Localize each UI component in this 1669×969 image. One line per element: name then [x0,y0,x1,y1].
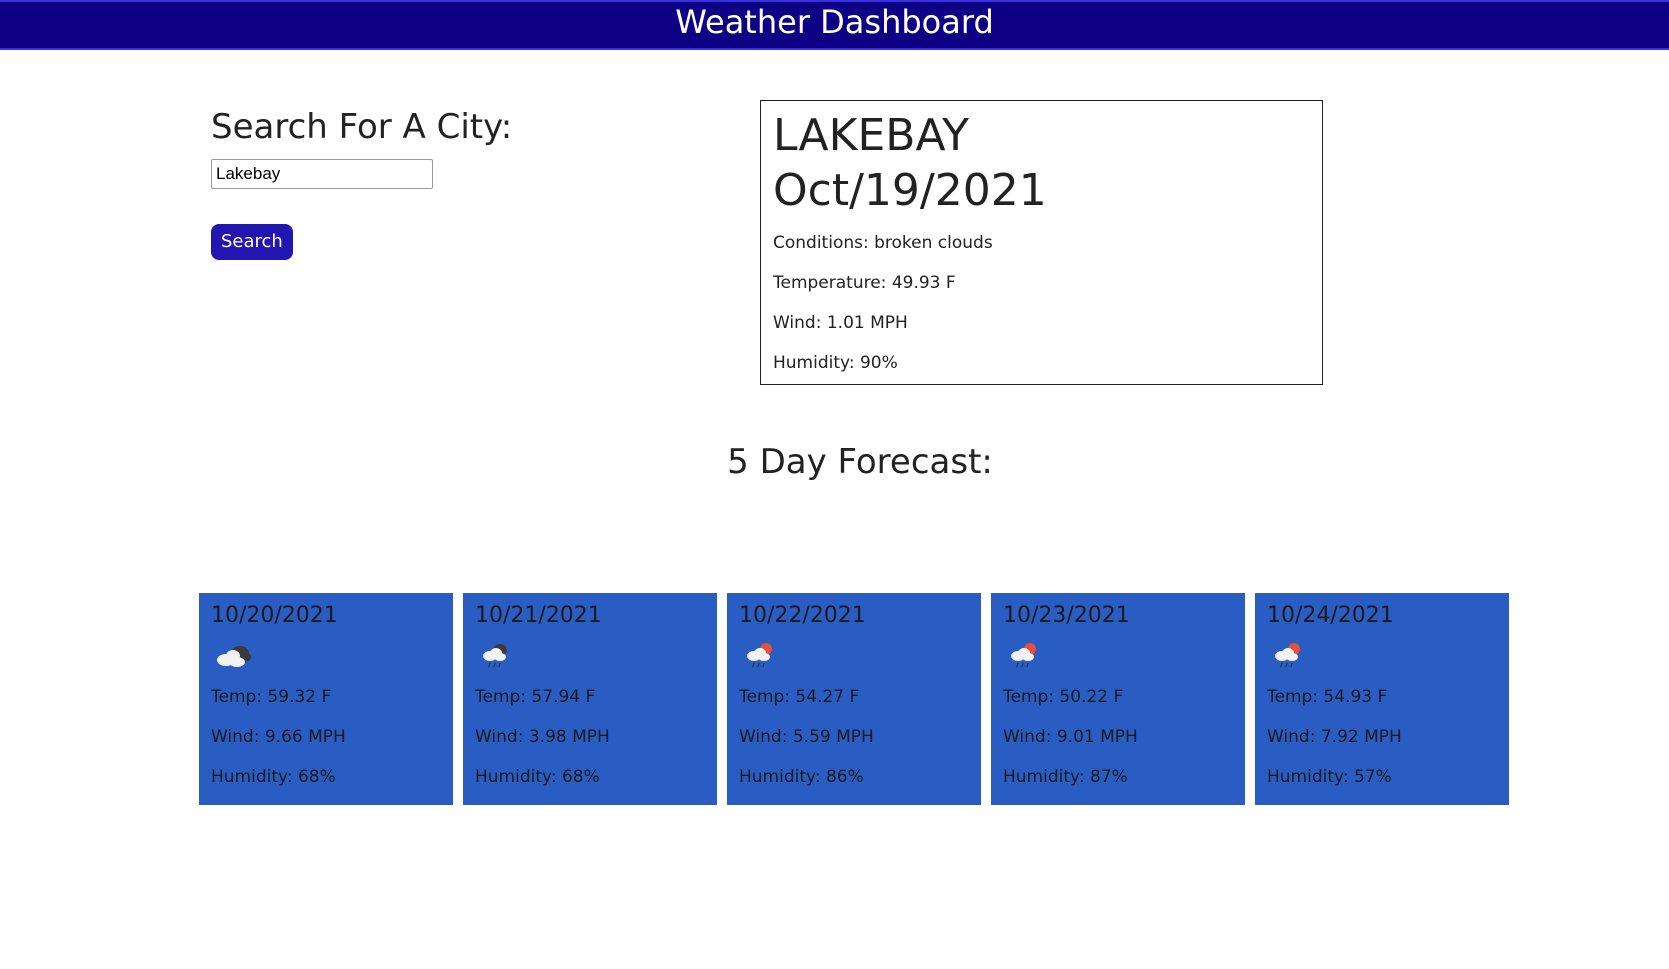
forecast-humidity: Humidity: 86% [739,767,864,787]
search-heading: Search For A City: [211,107,513,147]
rain-icon [475,631,705,677]
search-panel: Search For A City: Search [211,105,711,260]
page-title: Weather Dashboard [675,3,994,41]
city-search-input[interactable] [211,159,433,189]
forecast-wind: Wind: 9.01 MPH [1003,727,1138,747]
forecast-card: 10/22/2021 Temp: 54.27 F Wind: 5.59 MPH … [727,593,981,805]
sun-rain-icon [739,631,969,677]
current-date: Oct/19/2021 [773,165,1047,216]
current-weather-card: LAKEBAY Oct/19/2021 Conditions: broken c… [760,100,1323,385]
forecast-row: 10/20/2021 Temp: 59.32 F Wind: 9.66 MPH … [199,593,1509,805]
current-humidity: Humidity: 90% [773,353,898,373]
forecast-date: 10/20/2021 [211,603,338,628]
forecast-temp: Temp: 54.93 F [1267,687,1388,707]
forecast-wind: Wind: 9.66 MPH [211,727,346,747]
forecast-card: 10/21/2021 Temp: 57.94 F Wind: 3.98 MPH … [463,593,717,805]
forecast-temp: Temp: 54.27 F [739,687,860,707]
forecast-temp: Temp: 59.32 F [211,687,332,707]
forecast-humidity: Humidity: 68% [475,767,600,787]
sun-rain-icon [1267,631,1497,677]
forecast-date: 10/22/2021 [739,603,866,628]
forecast-temp: Temp: 57.94 F [475,687,596,707]
forecast-date: 10/24/2021 [1267,603,1394,628]
forecast-humidity: Humidity: 87% [1003,767,1128,787]
forecast-wind: Wind: 3.98 MPH [475,727,610,747]
forecast-wind: Wind: 7.92 MPH [1267,727,1402,747]
search-button[interactable]: Search [211,224,293,260]
forecast-date: 10/23/2021 [1003,603,1130,628]
forecast-humidity: Humidity: 57% [1267,767,1392,787]
forecast-temp: Temp: 50.22 F [1003,687,1124,707]
forecast-card: 10/23/2021 Temp: 50.22 F Wind: 9.01 MPH … [991,593,1245,805]
forecast-humidity: Humidity: 68% [211,767,336,787]
header-bar: Weather Dashboard [0,0,1669,50]
forecast-date: 10/21/2021 [475,603,602,628]
current-city-name: LAKEBAY [773,110,970,161]
current-temperature: Temperature: 49.93 F [773,273,956,293]
forecast-wind: Wind: 5.59 MPH [739,727,874,747]
current-wind: Wind: 1.01 MPH [773,313,908,333]
broken-clouds-icon [211,631,441,677]
forecast-card: 10/24/2021 Temp: 54.93 F Wind: 7.92 MPH … [1255,593,1509,805]
forecast-card: 10/20/2021 Temp: 59.32 F Wind: 9.66 MPH … [199,593,453,805]
sun-rain-icon [1003,631,1233,677]
forecast-heading: 5 Day Forecast: [727,442,993,482]
current-conditions: Conditions: broken clouds [773,233,993,253]
